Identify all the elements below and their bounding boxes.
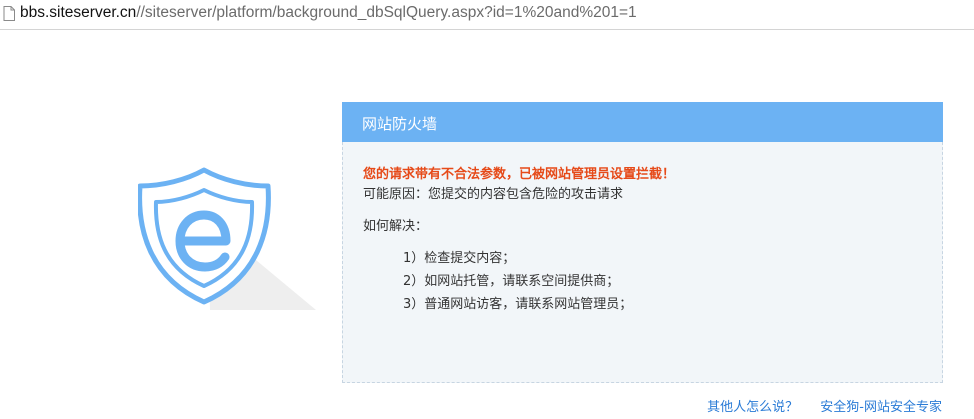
url-host: bbs.siteserver.cn [20, 4, 137, 21]
panel-title: 网站防火墙 [362, 115, 438, 133]
panel-header: 网站防火墙 [342, 102, 943, 142]
solution-step: 2）如网站托管，请联系空间提供商； [403, 274, 620, 289]
page-icon [3, 6, 15, 21]
reason-text: 可能原因：您提交的内容包含危险的攻击请求 [363, 187, 624, 202]
url-path: //siteserver/platform/background_dbSqlQu… [136, 4, 637, 21]
others-say-link[interactable]: 其他人怎么说？ [707, 400, 798, 415]
url-text[interactable]: bbs.siteserver.cn//siteserver/platform/b… [20, 4, 637, 22]
address-bar[interactable]: bbs.siteserver.cn//siteserver/platform/b… [0, 0, 974, 30]
panel-body: 您的请求带有不合法参数，已被网站管理员设置拦截！ 可能原因：您提交的内容包含危险… [342, 142, 943, 383]
solution-steps: 1）检查提交内容； 2）如网站托管，请联系空间提供商； 3）普通网站访客，请联系… [403, 247, 632, 316]
howto-label: 如何解决： [363, 219, 429, 234]
solution-step: 1）检查提交内容； [403, 251, 516, 266]
footer-links: 其他人怎么说？ 安全狗-网站安全专家 [689, 396, 942, 415]
solution-step: 3）普通网站访客，请联系网站管理员； [403, 297, 633, 312]
warning-message: 您的请求带有不合法参数，已被网站管理员设置拦截！ [363, 167, 676, 182]
shield-e-icon [138, 167, 316, 310]
safedog-link[interactable]: 安全狗-网站安全专家 [820, 400, 942, 415]
